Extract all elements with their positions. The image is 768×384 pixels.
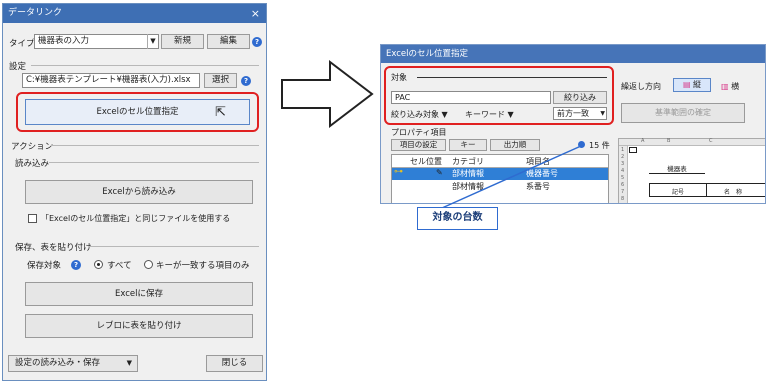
match-mode-select[interactable]: 前方一致 ▼ bbox=[553, 107, 607, 120]
item-count: 15 件 bbox=[589, 141, 610, 150]
sheet-col2: 名 称 bbox=[724, 189, 743, 196]
select-file-button[interactable]: 選択 bbox=[204, 73, 237, 88]
save-target-label: 保存対象 bbox=[27, 261, 62, 271]
match-mode-value: 前方一致 bbox=[557, 109, 589, 118]
callout-label: 対象の台数 bbox=[417, 207, 498, 230]
save-paste-label: 保存、表を貼り付け bbox=[15, 243, 92, 253]
sheet-row-label: 7 bbox=[621, 189, 625, 195]
target-label: 対象 bbox=[391, 73, 407, 82]
horizontal-toggle[interactable]: ▥ 横 bbox=[721, 81, 739, 92]
target-input[interactable]: PAC bbox=[391, 91, 551, 104]
item-settings-button[interactable]: 項目の設定 bbox=[391, 139, 446, 151]
sheet-title: 機器表 bbox=[649, 165, 705, 174]
help-icon[interactable]: ? bbox=[71, 260, 81, 270]
divider bbox=[51, 145, 259, 146]
same-file-checkbox[interactable] bbox=[28, 214, 37, 223]
divider bbox=[706, 184, 707, 196]
divider bbox=[31, 65, 259, 66]
property-label: プロパティ項目 bbox=[391, 128, 447, 137]
vertical-icon: ▤ bbox=[682, 80, 691, 89]
sheet-col-label: B bbox=[667, 138, 671, 144]
edit-button[interactable]: 編集 bbox=[207, 34, 250, 49]
key-icon: ⊶ bbox=[394, 167, 403, 177]
sheet-row-label: 5 bbox=[621, 175, 625, 181]
sheet-row-label: 4 bbox=[621, 168, 625, 174]
type-value: 機器表の入力 bbox=[38, 36, 90, 46]
callout-pointer bbox=[441, 145, 582, 209]
sheet-row-header: 1 2 3 4 5 6 7 8 9 bbox=[619, 146, 628, 204]
chevron-down-icon: ▼ bbox=[507, 110, 514, 119]
file-path-input[interactable]: C:¥機器表テンプレート¥機器表(入力).xlsx bbox=[22, 73, 200, 88]
type-label: タイプ bbox=[9, 39, 35, 49]
save-excel-button[interactable]: Excelに保存 bbox=[25, 282, 253, 306]
sheet-col-label: C bbox=[709, 138, 713, 144]
sheet-col1: 記号 bbox=[672, 189, 685, 196]
sheet-row-label: 9 bbox=[621, 203, 624, 204]
radio-all[interactable] bbox=[94, 260, 103, 269]
sheet-row-label: 8 bbox=[621, 196, 625, 202]
same-file-label: 「Excelのセル位置指定」と同じファイルを使用する bbox=[41, 214, 231, 223]
radio-dot bbox=[97, 263, 100, 266]
action-label: アクション bbox=[11, 142, 54, 152]
chevron-down-icon: ▼ bbox=[600, 110, 605, 117]
vertical-label: 縦 bbox=[693, 80, 702, 89]
sheet-row-label: 2 bbox=[621, 154, 625, 160]
vertical-toggle[interactable]: ▤ 縦 bbox=[673, 78, 711, 92]
divider bbox=[89, 246, 259, 247]
col-header: セル位置 bbox=[410, 157, 442, 166]
radio-all-label: すべて bbox=[107, 261, 132, 271]
close-button[interactable]: 閉じる bbox=[206, 355, 263, 372]
read-excel-button[interactable]: Excelから読み込み bbox=[25, 180, 253, 204]
filter-button[interactable]: 絞り込み bbox=[553, 91, 607, 104]
arrow-right-icon bbox=[281, 60, 374, 128]
range-confirm-button[interactable]: 基準範囲の確定 bbox=[621, 103, 745, 123]
divider bbox=[49, 162, 259, 163]
settings-rw-label: 設定の読み込み・保存 bbox=[15, 358, 101, 368]
keyword-dropdown[interactable]: キーワード ▼ bbox=[465, 109, 514, 120]
radio-key-label: キーが一致する項目のみ bbox=[156, 261, 250, 271]
datalink-window: データリンク × タイプ 機器表の入力 ▼ 新規 編集 ? 設定 C:¥機器表テ… bbox=[2, 3, 267, 381]
filter-target-dropdown[interactable]: 絞り込み対象 ▼ bbox=[391, 109, 448, 120]
mouse-cursor-icon: ⇱ bbox=[215, 105, 226, 120]
read-label: 読み込み bbox=[15, 159, 50, 169]
paste-table-button[interactable]: レブロに表を貼り付け bbox=[25, 314, 253, 338]
help-icon[interactable]: ? bbox=[252, 37, 262, 47]
new-button[interactable]: 新規 bbox=[161, 34, 204, 49]
chevron-down-icon: ▼ bbox=[126, 359, 132, 367]
sheet-row-label: 1 bbox=[621, 147, 625, 153]
filter-target-label: 絞り込み対象 bbox=[391, 110, 439, 119]
sheet-table: 記号 名 称 bbox=[649, 183, 765, 197]
window-title: データリンク bbox=[3, 4, 266, 23]
settings-rw-button[interactable]: 設定の読み込み・保存 ▼ bbox=[8, 355, 138, 372]
sheet-preview: A B C 1 2 3 4 5 6 7 8 9 機器表 記号 名 称 bbox=[618, 138, 765, 204]
divider bbox=[417, 77, 607, 78]
repeat-dir-label: 繰返し方向 bbox=[621, 82, 661, 91]
selected-cell[interactable] bbox=[629, 147, 637, 153]
radio-key-match[interactable] bbox=[144, 260, 153, 269]
horizontal-label: 横 bbox=[731, 82, 740, 91]
type-select[interactable]: 機器表の入力 ▼ bbox=[34, 34, 159, 49]
keyword-label: キーワード bbox=[465, 110, 505, 119]
sheet-row-label: 3 bbox=[621, 161, 625, 167]
settings-label: 設定 bbox=[9, 62, 27, 72]
window-title: Excelのセル位置指定 bbox=[381, 45, 765, 63]
sheet-col-label: A bbox=[641, 138, 645, 144]
close-icon[interactable]: × bbox=[251, 4, 260, 23]
chevron-down-icon: ▼ bbox=[441, 110, 448, 119]
horizontal-icon: ▥ bbox=[721, 82, 729, 91]
help-icon[interactable]: ? bbox=[241, 76, 251, 86]
chevron-down-icon[interactable]: ▼ bbox=[147, 34, 158, 49]
sheet-row-label: 6 bbox=[621, 182, 625, 188]
